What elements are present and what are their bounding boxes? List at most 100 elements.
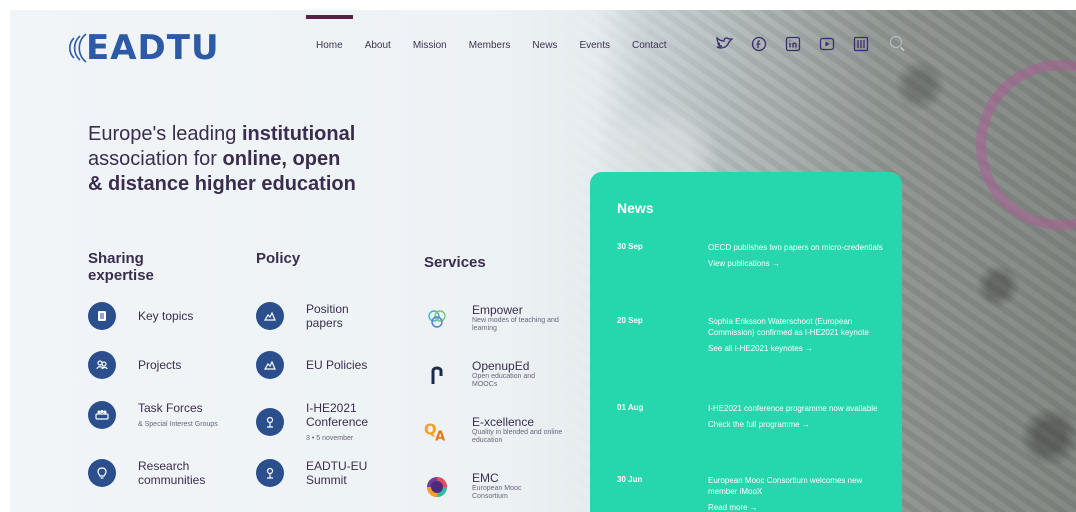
main-nav: Home About Mission Members News Events C… [306, 15, 688, 51]
nav-mission[interactable]: Mission [413, 40, 447, 51]
service-title: Empower [472, 303, 523, 317]
column-title: Sharing expertise [88, 250, 248, 284]
link-e-xcellence[interactable]: QA E-xcellence Quality in blended and on… [424, 416, 564, 445]
news-link[interactable]: Read more → [708, 502, 888, 512]
news-title: News [617, 200, 654, 216]
item-sublabel: & Special Interest Groups [138, 421, 218, 428]
hero-bold-text: institutional [241, 123, 356, 145]
logo-arcs-icon [69, 33, 87, 63]
hand-icon [256, 351, 284, 379]
people-icon [88, 351, 116, 379]
column-title-line: Sharing [88, 250, 144, 267]
hand-icon [256, 302, 284, 330]
link-empower[interactable]: Empower New modes of teaching and learni… [424, 304, 564, 333]
nav-events[interactable]: Events [579, 40, 610, 51]
book-icon [88, 302, 116, 330]
link-ihe2021-conference[interactable]: I-HE2021 Conference 3 • 5 november [256, 401, 378, 443]
podium-icon [256, 408, 284, 436]
news-body: I-HE2021 conference programme now availa… [708, 403, 888, 430]
service-title: E-xcellence [472, 415, 535, 429]
link-openuped[interactable]: OpenupEd Open education and MOOCs [424, 360, 560, 389]
page-frame: EADTU Home About Mission Members News Ev… [10, 10, 1076, 512]
openuped-logo-icon [424, 362, 450, 388]
news-date: 01 Aug [617, 403, 644, 412]
svg-text:A: A [435, 429, 445, 443]
lightbulb-icon [88, 459, 116, 487]
policy-column: Policy Position papers EU Policies I-HE2… [256, 250, 416, 487]
search-icon[interactable] [890, 36, 902, 48]
news-text: OECD publishes two papers on micro-crede… [708, 243, 883, 252]
empower-logo-icon [424, 306, 450, 332]
news-body: European Mooc Consortium welcomes new me… [708, 475, 888, 512]
linkedin-icon[interactable] [784, 35, 801, 52]
news-date: 30 Sep [617, 242, 643, 251]
logo-text: EADTU [86, 28, 220, 68]
news-link[interactable]: Check the full programme → [708, 419, 888, 430]
news-text: Sophia Eriksson Waterschoot (European Co… [708, 317, 869, 337]
service-subtitle: Open education and MOOCs [472, 373, 536, 388]
item-label-block: I-HE2021 Conference 3 • 5 november [306, 401, 378, 443]
news-body: Sophia Eriksson Waterschoot (European Co… [708, 316, 888, 354]
column-title: Services [424, 254, 486, 271]
news-text: European Mooc Consortium welcomes new me… [708, 476, 863, 496]
link-key-topics[interactable]: Key topics [88, 302, 193, 330]
link-position-papers[interactable]: Position papers [256, 302, 376, 330]
service-text: EMC European Mooc Consortium [472, 472, 552, 501]
news-link[interactable]: View publications → [708, 258, 888, 269]
hero-bold-text: & distance higher education [88, 173, 356, 195]
news-link[interactable]: See all I-HE2021 keynotes → [708, 343, 888, 354]
services-column: Services Empower New modes of teaching a… [424, 250, 594, 500]
service-subtitle: Quality in blended and online education [472, 429, 563, 444]
service-text: OpenupEd Open education and MOOCs [472, 360, 560, 389]
hero-text: association for [88, 148, 223, 170]
youtube-icon[interactable] [818, 35, 835, 52]
item-label: Research communities [138, 459, 206, 487]
news-text: I-HE2021 conference programme now availa… [708, 404, 878, 413]
item-label: I-HE2021 Conference [306, 401, 369, 429]
service-subtitle: New modes of teaching and learning [472, 317, 559, 332]
emc-logo-icon [424, 474, 450, 500]
column-title-line: expertise [88, 267, 154, 284]
flickr-icon[interactable] [852, 35, 869, 52]
social-links [716, 35, 886, 52]
hero-tagline: Europe's leading institutional associati… [88, 122, 418, 197]
nav-home[interactable]: Home [306, 15, 353, 51]
service-subtitle: European Mooc Consortium [472, 485, 522, 500]
sharing-expertise-column: Sharing expertise Key topics Projects Ta… [88, 250, 248, 487]
news-date: 20 Sep [617, 316, 643, 325]
nav-members[interactable]: Members [469, 40, 511, 51]
service-title: EMC [472, 471, 499, 485]
link-eu-policies[interactable]: EU Policies [256, 351, 367, 379]
twitter-icon[interactable] [716, 35, 733, 52]
service-text: E-xcellence Quality in blended and onlin… [472, 416, 564, 445]
service-text: Empower New modes of teaching and learni… [472, 304, 564, 333]
link-task-forces[interactable]: Task Forces & Special Interest Groups [88, 401, 218, 429]
item-label: Task Forces [138, 401, 203, 415]
item-label: EADTU-EU Summit [306, 459, 368, 487]
facebook-icon[interactable] [750, 35, 767, 52]
item-label-block: Task Forces & Special Interest Groups [138, 401, 218, 429]
news-panel: News 30 Sep OECD publishes two papers on… [590, 172, 902, 512]
nav-contact[interactable]: Contact [632, 40, 666, 51]
item-label: Position papers [306, 302, 349, 330]
link-research-communities[interactable]: Research communities [88, 459, 218, 487]
group-icon [88, 401, 116, 429]
item-label: EU Policies [306, 358, 368, 372]
nav-about[interactable]: About [365, 40, 391, 51]
eadtu-logo[interactable]: EADTU [50, 26, 220, 70]
item-sublabel: 3 • 5 november [306, 435, 354, 442]
news-date: 30 Jun [617, 475, 643, 484]
item-label: Projects [138, 358, 182, 372]
link-emc[interactable]: EMC European Mooc Consortium [424, 472, 552, 501]
link-eadtu-eu-summit[interactable]: EADTU-EU Summit [256, 459, 376, 487]
service-title: OpenupEd [472, 359, 530, 373]
podium-icon [256, 459, 284, 487]
qa-logo-icon: QA [424, 418, 450, 444]
hero-bold-text: online, open [222, 148, 341, 170]
nav-news[interactable]: News [532, 40, 557, 51]
item-label: Key topics [138, 309, 194, 323]
hero-text: Europe's leading [88, 123, 242, 145]
link-projects[interactable]: Projects [88, 351, 181, 379]
column-title: Policy [256, 250, 301, 267]
news-body: OECD publishes two papers on micro-crede… [708, 242, 888, 269]
